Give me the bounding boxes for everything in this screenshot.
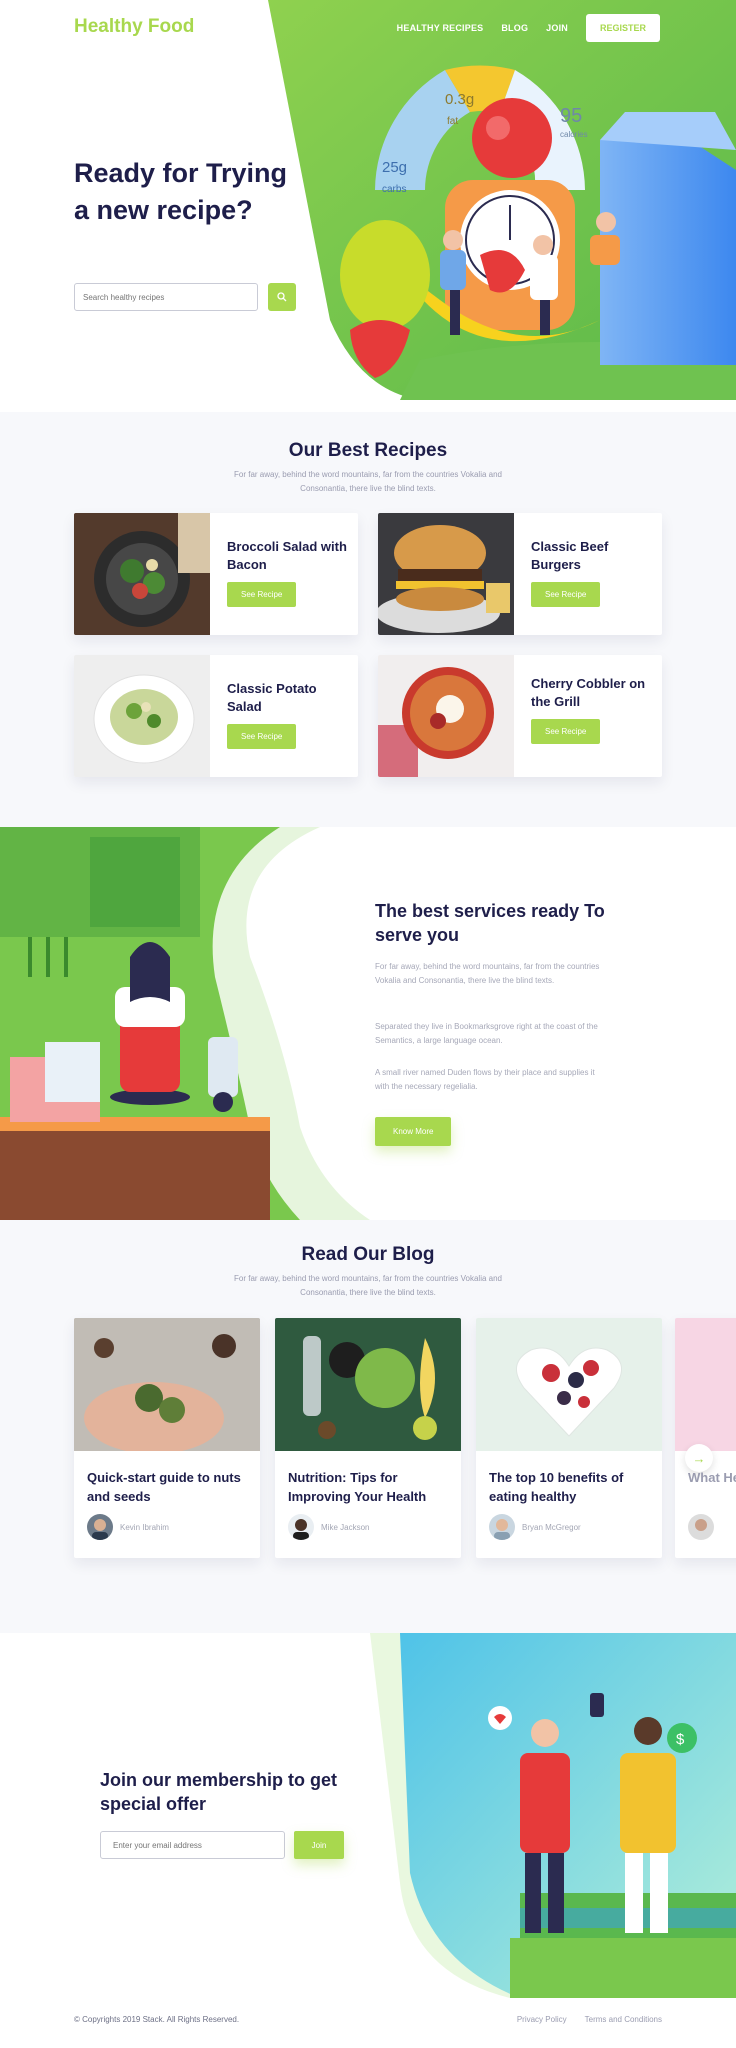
hero-section: 0.3g fat 95 calories 25g carbs Healthy F… [0,0,736,412]
membership-title: Join our membership to get special offer [100,1770,338,1814]
blog-post-title: What Health [688,1470,736,1485]
main-nav: HEALTHY RECIPES BLOG JOIN REGISTER [397,14,660,42]
search-input[interactable] [74,283,258,311]
logo[interactable]: Healthy Food [74,16,194,38]
see-recipe-button[interactable]: See Recipe [227,724,297,749]
blog-image [476,1318,662,1451]
recipe-name: Cherry Cobbler on the Grill [531,676,646,709]
blog-title: Read Our Blog [301,1244,435,1265]
recipe-card[interactable]: Classic Potato Salad See Recipe [74,655,358,777]
search-icon [277,292,287,302]
blog-author-name: Kevin Ibrahim [120,1522,169,1532]
recipe-card[interactable]: Classic Beef Burgers See Recipe [378,513,662,635]
recipe-name: Broccoli Salad with Bacon [227,539,347,572]
chef-illustration [0,827,370,1220]
nav-blog[interactable]: BLOG [501,23,528,33]
footer: © Copyrights 2019 Stack. All Rights Rese… [0,1998,736,2048]
recipe-card[interactable]: Broccoli Salad with Bacon See Recipe [74,513,358,635]
recipe-image [74,513,210,635]
nav-join[interactable]: JOIN [546,23,568,33]
nav-healthy-recipes[interactable]: HEALTHY RECIPES [397,23,484,33]
blog-image [275,1318,461,1451]
svg-text:calories: calories [560,130,588,139]
blog-image [675,1318,736,1451]
hero-title: Ready for Trying a new recipe? [74,158,288,225]
see-recipe-button[interactable]: See Recipe [531,582,601,607]
avatar [87,1514,113,1540]
recipe-card[interactable]: Cherry Cobbler on the Grill See Recipe [378,655,662,777]
register-button[interactable]: REGISTER [585,14,660,42]
recipes-section: Our Best Recipes For far away, behind th… [0,412,736,827]
svg-text:25g: 25g [382,159,407,176]
email-input[interactable] [100,1831,285,1859]
recipe-image [74,655,210,777]
blog-author: Bryan McGregor [489,1514,581,1540]
membership-section: $ Join our membership to get special off… [0,1633,736,1998]
blog-card[interactable]: Nutrition: Tips for Improving Your Healt… [275,1318,461,1558]
recipe-image [378,655,514,777]
search-button[interactable] [268,283,296,311]
services-paragraph: A small river named Duden flows by their… [375,1068,595,1091]
blog-subtitle: For far away, behind the word mountains,… [234,1274,502,1297]
recipes-title: Our Best Recipes [288,440,448,461]
avatar [688,1514,714,1540]
blog-card[interactable]: Quick-start guide to nuts and seeds Kevi… [74,1318,260,1558]
svg-text:95: 95 [560,105,582,127]
svg-text:carbs: carbs [382,184,406,195]
services-section: The best services ready To serve you For… [0,827,736,1220]
blog-section: Read Our Blog For far away, behind the w… [0,1220,736,1633]
blog-card[interactable]: The top 10 benefits of eating healthy Br… [476,1318,662,1558]
services-paragraph: Separated they live in Bookmarksgrove ri… [375,1022,598,1045]
blog-author: Mike Jackson [288,1514,369,1540]
terms-link[interactable]: Terms and Conditions [585,2015,662,2024]
services-title: The best services ready To serve you [375,901,605,945]
see-recipe-button[interactable]: See Recipe [227,582,297,607]
copyright: © Copyrights 2019 Stack. All Rights Rese… [74,2015,240,2024]
recipe-image [378,513,514,635]
svg-text:$: $ [676,1731,685,1748]
avatar [489,1514,515,1540]
services-paragraph: For far away, behind the word mountains,… [375,962,600,985]
stat-fat-value: 0.3g [445,91,474,108]
recipe-name: Classic Beef Burgers [531,539,609,572]
recipes-subtitle: For far away, behind the word mountains,… [234,470,502,493]
svg-text:fat: fat [447,116,458,127]
avatar [288,1514,314,1540]
blog-image [74,1318,260,1451]
privacy-policy-link[interactable]: Privacy Policy [517,2015,567,2024]
handshake-illustration: $ [370,1633,736,1998]
blog-author-name: Bryan McGregor [522,1522,581,1532]
see-recipe-button[interactable]: See Recipe [531,719,601,744]
blog-post-title: The top 10 benefits of eating healthy [489,1470,624,1504]
blog-post-title: Nutrition: Tips for Improving Your Healt… [288,1470,427,1504]
recipe-name: Classic Potato Salad [227,681,317,714]
know-more-button[interactable]: Know More [375,1117,452,1146]
blog-author-name: Mike Jackson [321,1522,370,1532]
blog-card[interactable]: → What Health [675,1318,736,1558]
join-button[interactable]: Join [294,1831,344,1859]
blog-author: Kevin Ibrahim [87,1514,169,1540]
footer-links: Privacy Policy Terms and Conditions [517,2015,662,2024]
blog-post-title: Quick-start guide to nuts and seeds [87,1470,241,1504]
blog-author [688,1514,714,1540]
